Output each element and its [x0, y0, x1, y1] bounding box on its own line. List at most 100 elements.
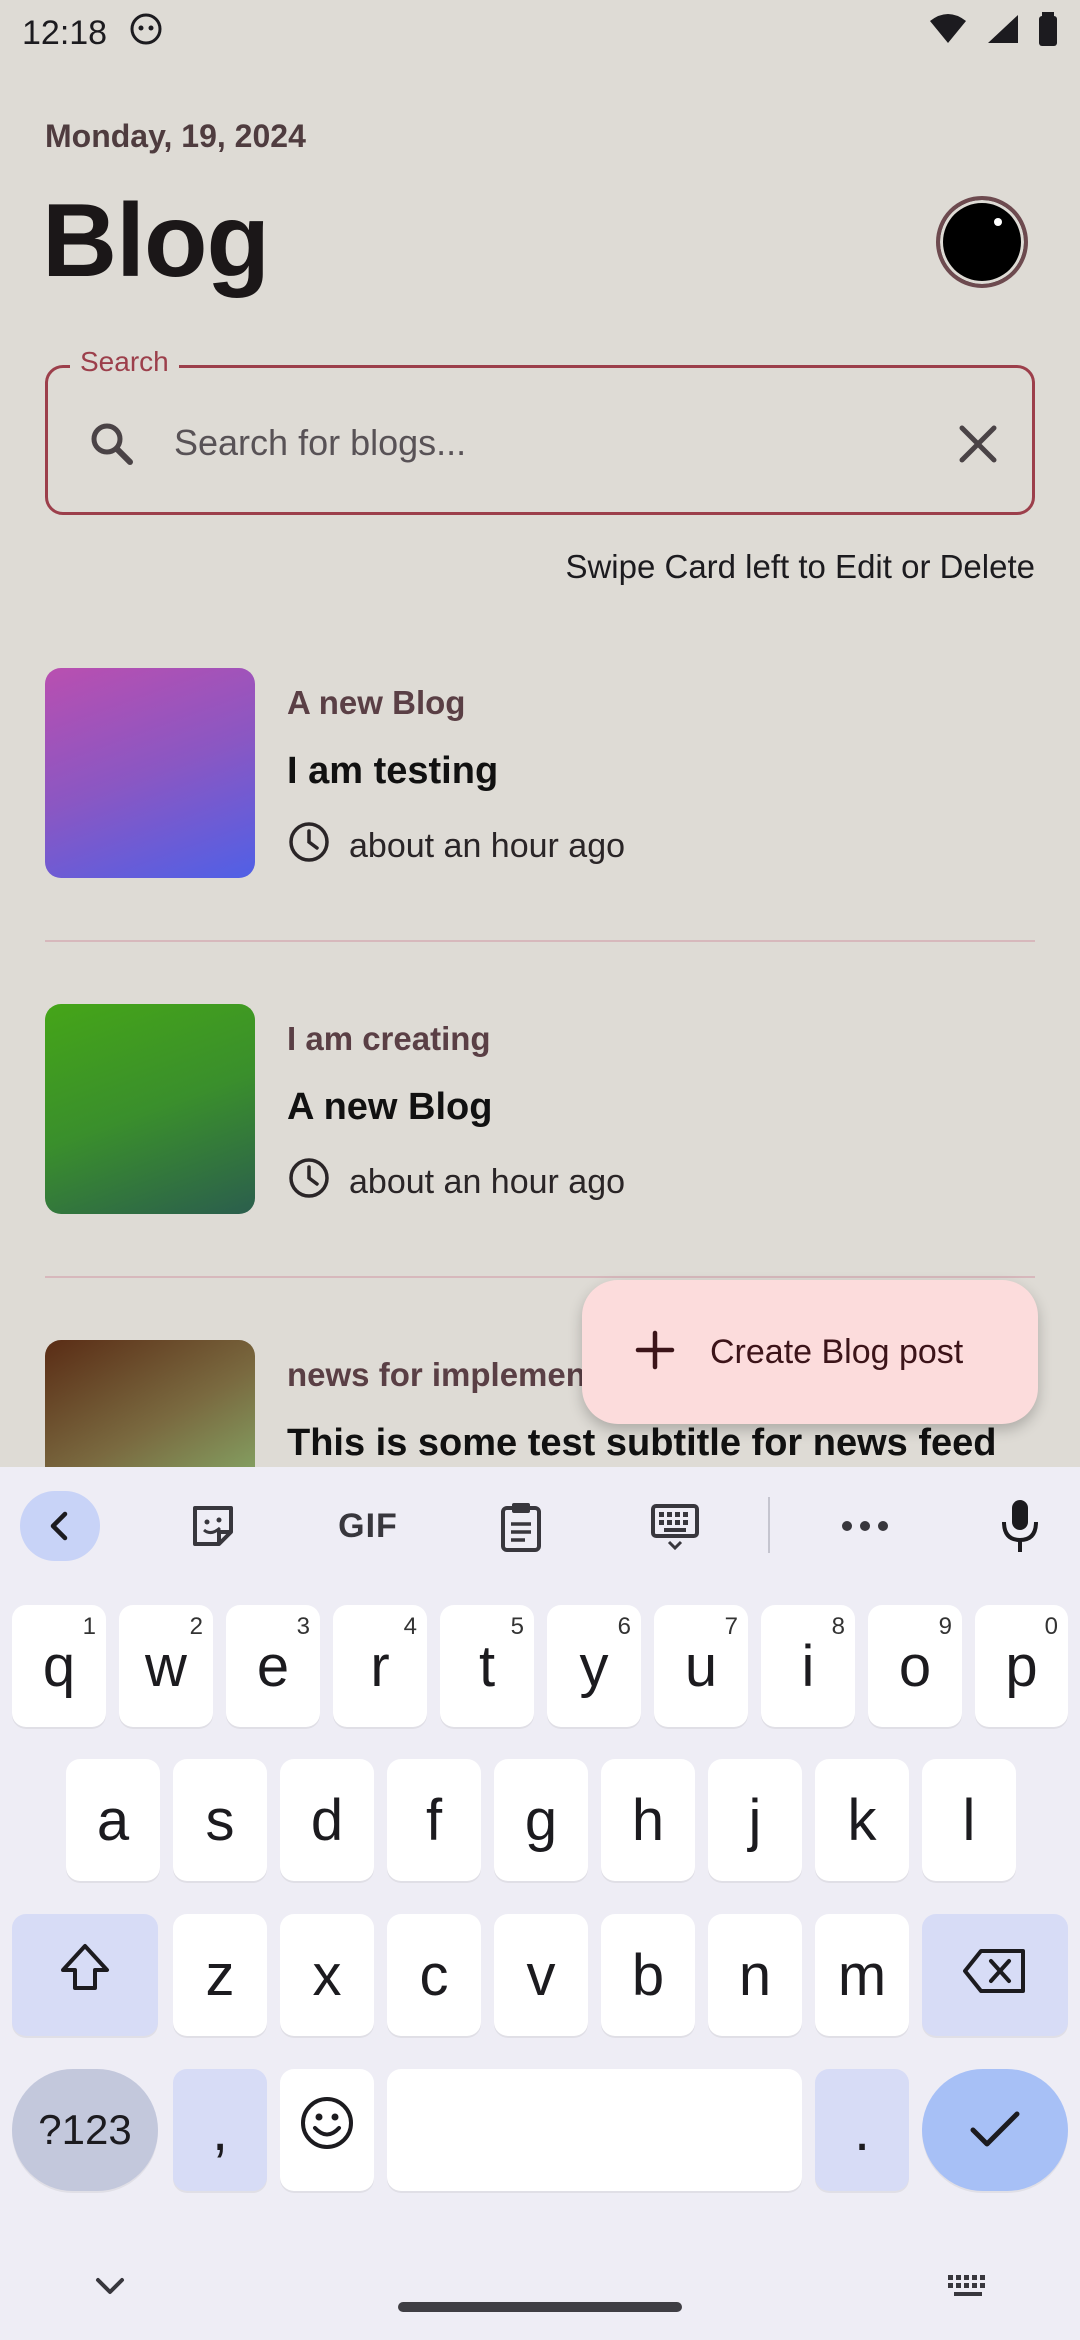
symbols-key[interactable]: ?123: [12, 2069, 158, 2191]
signal-icon: [986, 13, 1020, 53]
key-hint: 6: [617, 1613, 631, 1640]
key-label: l: [962, 1787, 976, 1853]
key-m[interactable]: m: [815, 1914, 909, 2036]
mic-icon[interactable]: [980, 1491, 1060, 1561]
key-n[interactable]: n: [708, 1914, 802, 2036]
key-label: v: [526, 1942, 556, 2008]
key-p[interactable]: p0: [975, 1605, 1068, 1727]
key-e[interactable]: e3: [226, 1605, 320, 1727]
key-hint: 4: [403, 1613, 417, 1640]
key-v[interactable]: v: [494, 1914, 588, 2036]
key-f[interactable]: f: [387, 1759, 481, 1881]
app-notification-icon: [129, 12, 163, 54]
key-x[interactable]: x: [280, 1914, 374, 2036]
key-hint: 2: [189, 1613, 203, 1640]
key-label: d: [310, 1787, 344, 1853]
create-blog-button[interactable]: Create Blog post: [582, 1280, 1038, 1424]
blog-timestamp: about an hour ago: [287, 1156, 625, 1209]
key-label: w: [145, 1633, 187, 1699]
key-hint: 1: [82, 1613, 96, 1640]
key-label: .: [853, 2097, 871, 2163]
period-key[interactable]: .: [815, 2069, 909, 2191]
wifi-icon: [928, 13, 968, 53]
key-u[interactable]: u7: [654, 1605, 748, 1727]
sticker-icon[interactable]: [173, 1491, 253, 1561]
page-title: Blog: [42, 183, 270, 299]
home-indicator[interactable]: [398, 2302, 682, 2312]
key-g[interactable]: g: [494, 1759, 588, 1881]
key-j[interactable]: j: [708, 1759, 802, 1881]
key-label: e: [256, 1633, 290, 1699]
blog-timestamp: about an hour ago: [287, 820, 625, 873]
key-z[interactable]: z: [173, 1914, 267, 2036]
key-hint: 8: [831, 1613, 845, 1640]
key-label: z: [205, 1942, 235, 2008]
key-t[interactable]: t5: [440, 1605, 534, 1727]
search-label: Search: [70, 346, 179, 378]
key-k[interactable]: k: [815, 1759, 909, 1881]
checkmark-icon: [969, 2097, 1021, 2164]
key-y[interactable]: y6: [547, 1605, 641, 1727]
key-c[interactable]: c: [387, 1914, 481, 2036]
key-a[interactable]: a: [66, 1759, 160, 1881]
blog-subtitle: A new Blog: [287, 1086, 493, 1128]
shift-key[interactable]: [12, 1914, 158, 2036]
key-b[interactable]: b: [601, 1914, 695, 2036]
key-h[interactable]: h: [601, 1759, 695, 1881]
emoji-key[interactable]: [280, 2069, 374, 2191]
key-hint: 7: [724, 1613, 738, 1640]
blog-thumbnail: [45, 1004, 255, 1214]
chevron-left-icon[interactable]: [20, 1491, 100, 1561]
key-hint: 3: [296, 1613, 310, 1640]
key-label: s: [205, 1787, 235, 1853]
avatar-highlight: [994, 218, 1002, 226]
key-i[interactable]: i8: [761, 1605, 855, 1727]
blog-title: A new Blog: [287, 684, 466, 721]
key-q[interactable]: q1: [12, 1605, 106, 1727]
keyboard-icon[interactable]: [635, 1491, 715, 1561]
backspace-key[interactable]: [922, 1914, 1068, 2036]
gif-label: GIF: [338, 1506, 398, 1545]
comma-key[interactable]: ,: [173, 2069, 267, 2191]
search-input[interactable]: [174, 398, 934, 488]
status-time: 12:18: [22, 13, 108, 52]
divider: [45, 1276, 1035, 1278]
key-label: q: [42, 1633, 76, 1699]
key-label: x: [312, 1942, 342, 2008]
key-label: r: [370, 1633, 390, 1699]
key-label: y: [579, 1633, 609, 1699]
keyboard-switch-icon[interactable]: [946, 2273, 990, 2303]
more-icon[interactable]: [825, 1491, 905, 1561]
blog-card[interactable]: I am creating A new Blog about an hour a…: [45, 1004, 1035, 1224]
current-date: Monday, 19, 2024: [45, 118, 306, 154]
clear-search-icon[interactable]: [948, 414, 1008, 474]
key-label: f: [425, 1787, 443, 1853]
hide-keyboard-icon[interactable]: [92, 2274, 128, 2302]
enter-key[interactable]: [922, 2069, 1068, 2191]
search-field[interactable]: Search: [45, 346, 1035, 515]
key-hint: 9: [938, 1613, 952, 1640]
key-w[interactable]: w2: [119, 1605, 213, 1727]
blog-subtitle: This is some test subtitle for news feed: [287, 1422, 997, 1464]
status-bar: 12:18: [0, 0, 1080, 66]
key-label: ?123: [38, 2106, 132, 2153]
key-d[interactable]: d: [280, 1759, 374, 1881]
battery-icon: [1038, 12, 1058, 54]
search-icon: [84, 416, 140, 472]
key-label: k: [847, 1787, 877, 1853]
create-blog-label: Create Blog post: [710, 1332, 964, 1371]
plus-icon: [634, 1329, 676, 1375]
key-l[interactable]: l: [922, 1759, 1016, 1881]
key-r[interactable]: r4: [333, 1605, 427, 1727]
backspace-icon: [961, 1942, 1029, 2009]
key-o[interactable]: o9: [868, 1605, 962, 1727]
key-s[interactable]: s: [173, 1759, 267, 1881]
key-label: o: [898, 1633, 932, 1699]
clipboard-icon[interactable]: [481, 1491, 561, 1561]
avatar[interactable]: [936, 196, 1028, 288]
blog-card[interactable]: A new Blog I am testing about an hour ag…: [45, 668, 1035, 888]
space-key[interactable]: [387, 2069, 802, 2191]
gif-icon[interactable]: GIF: [326, 1491, 410, 1561]
key-label: h: [631, 1787, 665, 1853]
key-label: j: [748, 1787, 762, 1853]
